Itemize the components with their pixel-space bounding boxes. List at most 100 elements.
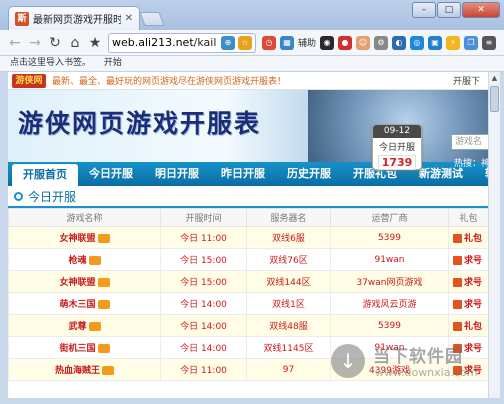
table-row: 女神联盟 今日 15:00 双线144区 37wan网页游戏 求号 <box>8 270 488 293</box>
gift-cell[interactable]: 求号 <box>448 248 488 271</box>
operator-cell[interactable]: 37wan网页游戏 <box>330 270 449 293</box>
game-name[interactable]: 女神联盟 <box>59 278 95 288</box>
new-tab-button[interactable] <box>139 12 165 26</box>
today-count-card: 09-12 今日开服 1739 <box>372 124 422 170</box>
game-name-cell[interactable]: 枪魂 <box>8 248 161 271</box>
nav-tomorrow[interactable]: 明日开服 <box>144 162 210 186</box>
operator-cell[interactable]: 91wan <box>330 248 449 271</box>
close-window-button[interactable]: ✕ <box>462 2 500 18</box>
maximize-button[interactable]: □ <box>437 2 461 18</box>
server-name-cell[interactable]: 97 <box>246 358 331 381</box>
nav-history[interactable]: 历史开服 <box>276 162 342 186</box>
server-name-cell[interactable]: 双线76区 <box>246 248 331 271</box>
bookmarks-bar: 点击这里导入书签。 开始 <box>0 56 504 72</box>
screen-extension-icon[interactable]: ▣ <box>428 35 443 50</box>
weibo-extension-icon[interactable]: ◐ <box>392 35 407 50</box>
server-name-cell[interactable]: 双线48服 <box>246 314 331 337</box>
tab-close-icon[interactable]: ✕ <box>125 13 133 24</box>
server-name-cell[interactable]: 双线1区 <box>246 292 331 315</box>
nav-home[interactable]: 开服首页 <box>12 164 78 186</box>
site-logo[interactable]: 游侠网 <box>12 73 46 88</box>
hot-badge-icon <box>102 366 114 375</box>
operator-cell[interactable]: 游戏风云页游 <box>330 292 449 315</box>
operator-cell[interactable]: 5399 <box>330 226 449 249</box>
start-link[interactable]: 开始 <box>104 58 122 68</box>
browser-tab[interactable]: 斯 最新网页游戏开服时间表 ✕ <box>8 6 140 30</box>
url-text[interactable]: web.ali213.net/kail <box>112 36 218 49</box>
game-name[interactable]: 萌木三国 <box>59 300 95 310</box>
assist-label[interactable]: 辅助 <box>298 36 316 49</box>
gift-cell[interactable]: 礼包 <box>448 314 488 337</box>
table-row: 女神联盟 今日 11:00 双线6服 5399 礼包 <box>8 226 488 249</box>
watermark-url: www.downxia.com <box>375 366 478 379</box>
back-icon[interactable]: ← <box>8 35 22 51</box>
open-time-cell: 今日 15:00 <box>160 248 247 271</box>
game-name-cell[interactable]: 女神联盟 <box>8 270 161 293</box>
stats-extension-icon[interactable]: ◉ <box>320 35 335 50</box>
col-server: 服务器名 <box>246 208 331 227</box>
scroll-up-icon[interactable]: ▲ <box>489 72 500 84</box>
gift-icon <box>453 256 462 265</box>
col-operator: 运营厂商 <box>330 208 449 227</box>
gift-cell[interactable]: 求号 <box>448 292 488 315</box>
hot-badge-icon <box>97 234 110 243</box>
vertical-scrollbar[interactable]: ▲ <box>488 72 500 398</box>
tools-extension-icon[interactable]: ⚙ <box>374 35 389 50</box>
game-name[interactable]: 热血海贼王 <box>55 366 100 376</box>
nav-yesterday[interactable]: 昨日开服 <box>210 162 276 186</box>
game-name-cell[interactable]: 武尊 <box>8 314 161 337</box>
gift-cell[interactable]: 求号 <box>448 270 488 293</box>
alarm-extension-icon[interactable]: ◷ <box>262 35 276 50</box>
game-name[interactable]: 街机三国 <box>59 344 95 354</box>
gift-cell[interactable]: 礼包 <box>448 226 488 249</box>
game-search-input[interactable]: 游戏名 <box>451 134 488 150</box>
table-row: 枪魂 今日 15:00 双线76区 91wan 求号 <box>8 248 488 271</box>
lightning-extension-icon[interactable]: ⚡ <box>446 35 461 50</box>
gift-label[interactable]: 求号 <box>464 278 482 288</box>
window-extension-icon[interactable]: ❐ <box>464 35 479 50</box>
game-name-cell[interactable]: 女神联盟 <box>8 226 161 249</box>
media-extension-icon[interactable]: ◎ <box>410 35 425 50</box>
shop-extension-icon[interactable]: ● <box>338 35 353 50</box>
server-name-cell[interactable]: 双线1145区 <box>246 336 331 359</box>
bookmark-star-icon[interactable]: ★ <box>88 35 102 51</box>
gift-label[interactable]: 求号 <box>464 300 482 310</box>
server-name-cell[interactable]: 双线144区 <box>246 270 331 293</box>
forward-icon[interactable]: → <box>28 35 42 51</box>
open-time-cell: 今日 14:00 <box>160 292 247 315</box>
date-label: 09-12 <box>373 125 421 138</box>
today-open-count: 1739 <box>378 155 416 170</box>
bookmark-icon[interactable]: ☆ <box>238 35 252 50</box>
hot-search-text[interactable]: 热搜：神 <box>454 156 488 169</box>
game-name[interactable]: 女神联盟 <box>59 234 95 244</box>
game-name-cell[interactable]: 萌木三国 <box>8 292 161 315</box>
hot-badge-icon <box>97 278 110 287</box>
game-name-cell[interactable]: 热血海贼王 <box>8 358 161 381</box>
address-bar[interactable]: web.ali213.net/kail ⊕ ☆ <box>108 32 256 53</box>
nav-today[interactable]: 今日开服 <box>78 162 144 186</box>
gift-label[interactable]: 求号 <box>464 256 482 266</box>
avatar-extension-icon[interactable]: ☺ <box>356 35 371 50</box>
reload-icon[interactable]: ↻ <box>48 35 62 51</box>
minimize-button[interactable]: – <box>412 2 436 18</box>
operator-cell[interactable]: 5399 <box>330 314 449 337</box>
home-icon[interactable]: ⌂ <box>68 35 82 51</box>
scroll-thumb[interactable] <box>490 86 499 112</box>
server-name-cell[interactable]: 双线6服 <box>246 226 331 249</box>
game-name-cell[interactable]: 街机三国 <box>8 336 161 359</box>
col-gift: 礼包 <box>448 208 488 227</box>
assist-extension-icon[interactable]: ▦ <box>280 35 294 50</box>
hot-badge-icon <box>88 322 101 331</box>
import-bookmarks-link[interactable]: 点击这里导入书签。 <box>10 58 91 68</box>
menu-wrench-icon[interactable]: ≡ <box>482 35 497 50</box>
translate-icon[interactable]: ⊕ <box>221 35 235 50</box>
gift-icon <box>453 300 462 309</box>
col-game: 游戏名称 <box>8 208 161 227</box>
browser-toolbar: ← → ↻ ⌂ ★ web.ali213.net/kail ⊕ ☆ ◷ ▦ 辅助… <box>0 30 504 56</box>
game-name[interactable]: 武尊 <box>68 322 86 332</box>
game-name[interactable]: 枪魂 <box>68 256 86 266</box>
open-time-cell: 今日 14:00 <box>160 336 247 359</box>
gift-label[interactable]: 礼包 <box>464 322 482 332</box>
gift-label[interactable]: 礼包 <box>464 234 482 244</box>
open-server-link[interactable]: 开服下 <box>453 74 488 87</box>
